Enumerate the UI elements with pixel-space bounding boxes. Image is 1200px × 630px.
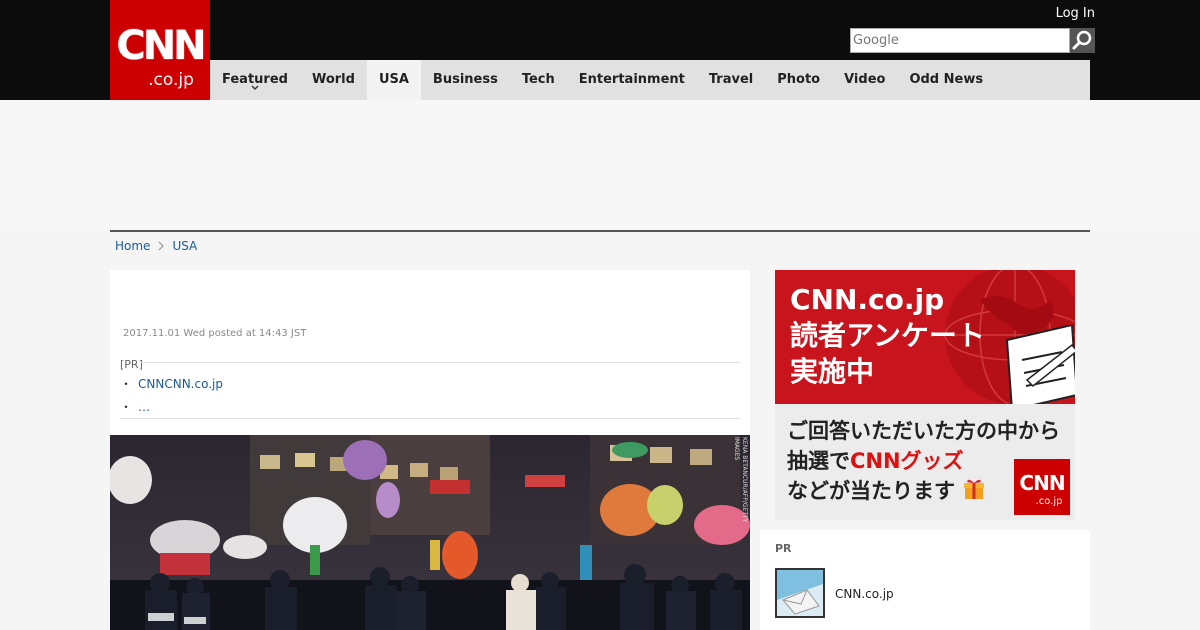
- bullet: ・: [120, 400, 133, 414]
- mini-logo-domain: .co.jp: [1035, 496, 1063, 507]
- banner-bottom: ご回答いただいた方の中から 抽選でCNNグッズ などが当たります CNN .co…: [775, 404, 1075, 520]
- survey-banner[interactable]: CNN.co.jp 読者アンケート 実施中 ご回答いただいた方の中から 抽選でC…: [775, 270, 1075, 520]
- article-date: 2017.11.01 Wed posted at 14:43 JST: [123, 328, 307, 339]
- nav-label: Photo: [777, 72, 821, 87]
- pr-heading: PR: [775, 542, 792, 555]
- divider: [140, 362, 740, 363]
- magnifier-icon: [1072, 30, 1092, 50]
- breadcrumb-home[interactable]: Home: [115, 238, 150, 254]
- nav-odd-news[interactable]: Odd News: [897, 60, 995, 100]
- pr-item-label[interactable]: CNN.co.jp: [835, 587, 894, 601]
- chevron-right-icon: [159, 241, 165, 251]
- nav-label: Odd News: [909, 72, 984, 87]
- logo-text: CNN: [116, 23, 206, 69]
- cnn-logo[interactable]: CNN .co.jp: [110, 0, 210, 100]
- nav-video[interactable]: Video: [832, 60, 897, 100]
- nav-entertainment[interactable]: Entertainment: [567, 60, 697, 100]
- search-input[interactable]: [850, 28, 1070, 53]
- cnn-mini-logo: CNN .co.jp: [1014, 459, 1070, 515]
- pr-link[interactable]: ・…: [120, 398, 150, 415]
- section-divider: [110, 230, 1090, 232]
- banner-top: CNN.co.jp 読者アンケート 実施中: [775, 270, 1075, 404]
- logo-domain: .co.jp: [148, 70, 194, 90]
- nav-featured[interactable]: Featured: [210, 60, 300, 100]
- pr-link[interactable]: ・ CNNCNN.co.jp: [120, 375, 223, 392]
- banner-bottom-line1: ご回答いただいた方の中から: [787, 419, 1060, 443]
- parade-photo-illustration: [110, 435, 750, 630]
- nav-tech[interactable]: Tech: [510, 60, 567, 100]
- banner-bottom-line2: 抽選でCNNグッズ: [787, 446, 964, 476]
- nav-usa[interactable]: USA: [366, 60, 421, 100]
- photo-credit: KENA BETANCUR/AFP/GETTY IMAGES: [733, 437, 748, 523]
- nav-label: Travel: [708, 72, 754, 87]
- bullet: ・: [120, 377, 133, 391]
- breadcrumb: Home USA: [115, 238, 197, 254]
- chevron-down-icon: [251, 85, 259, 90]
- mini-logo-text: CNN: [1019, 471, 1065, 495]
- banner-line3: 実施中: [790, 355, 875, 388]
- top-bar: CNN .co.jp Log In Featured World USA Bus…: [0, 0, 1200, 100]
- nav-label: World: [311, 72, 355, 87]
- nav-label: USA: [378, 72, 409, 87]
- clipboard-icon: [1005, 325, 1075, 404]
- main-nav: Featured World USA Business Tech Enterta…: [210, 60, 1090, 100]
- banner-text: 抽選で: [787, 449, 850, 473]
- article-card: 2017.11.01 Wed posted at 14:43 JST [PR] …: [110, 270, 750, 435]
- nav-label: Business: [432, 72, 498, 87]
- mail-icon: [777, 570, 823, 616]
- banner-line2: 読者アンケート: [790, 319, 985, 352]
- banner-title: CNN.co.jp: [790, 283, 945, 316]
- nav-travel[interactable]: Travel: [697, 60, 765, 100]
- pr-thumbnail[interactable]: [775, 568, 825, 618]
- article-photo: KENA BETANCUR/AFP/GETTY IMAGES: [110, 435, 750, 630]
- divider: [120, 418, 740, 419]
- nav-label: Tech: [521, 72, 555, 87]
- login-link[interactable]: Log In: [1056, 6, 1095, 22]
- breadcrumb-current[interactable]: USA: [172, 238, 197, 254]
- pr-link-text: CNNCNN.co.jp: [138, 377, 223, 391]
- nav-business[interactable]: Business: [421, 60, 510, 100]
- banner-bottom-line3: などが当たります: [787, 476, 986, 506]
- nav-world[interactable]: World: [300, 60, 367, 100]
- sidebar-pr-box: PR CNN.co.jp: [760, 530, 1090, 630]
- nav-photo[interactable]: Photo: [765, 60, 832, 100]
- banner-highlight: CNNグッズ: [850, 449, 964, 473]
- ad-placeholder: [0, 100, 1200, 230]
- pr-label: [PR]: [120, 358, 143, 371]
- nav-label: Entertainment: [578, 72, 685, 87]
- gift-icon: [964, 479, 985, 499]
- banner-text: などが当たります: [787, 479, 955, 503]
- search-button[interactable]: [1070, 28, 1095, 53]
- nav-label: Video: [844, 72, 886, 87]
- pr-link-text: …: [138, 400, 151, 414]
